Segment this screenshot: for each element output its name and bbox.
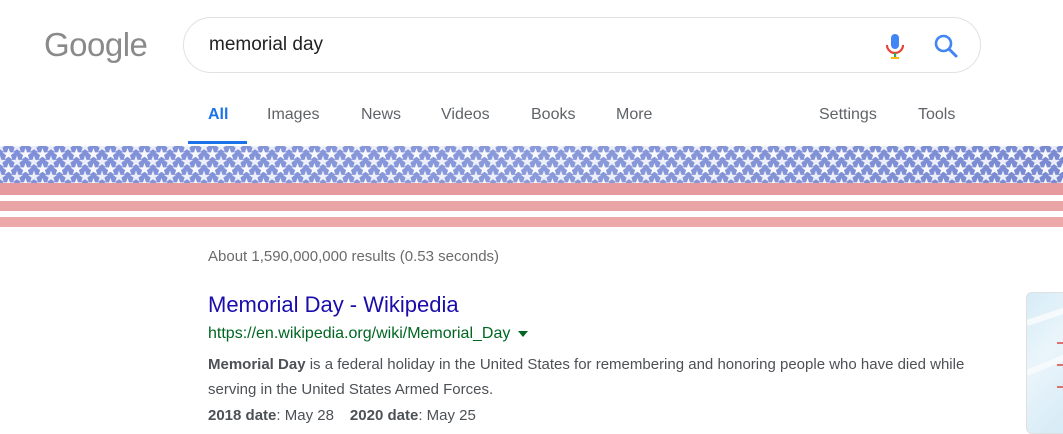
result-url-text[interactable]: https://en.wikipedia.org/wiki/Memorial_D… <box>208 325 510 342</box>
caret-down-icon[interactable] <box>518 330 529 337</box>
result-url[interactable]: https://en.wikipedia.org/wiki/Memorial_D… <box>208 325 529 343</box>
memorial-day-flag-banner <box>0 146 1063 228</box>
search-box[interactable]: memorial day <box>183 17 981 73</box>
tab-books[interactable]: Books <box>531 106 575 124</box>
tab-images[interactable]: Images <box>267 106 319 124</box>
result-title-link[interactable]: Memorial Day - Wikipedia <box>208 292 459 318</box>
knowledge-panel-thumbnail[interactable] <box>1026 292 1063 434</box>
microphone-icon[interactable] <box>882 32 908 60</box>
result-dates: 2018 date: May 28 2020 date: May 25 <box>208 407 476 424</box>
tools-link[interactable]: Tools <box>918 106 955 124</box>
date2-value: : May 25 <box>418 407 476 424</box>
date2-label: 2020 date <box>349 407 419 424</box>
tab-videos[interactable]: Videos <box>441 106 490 124</box>
tab-news[interactable]: News <box>361 106 401 124</box>
thumbnail-image <box>1027 307 1063 388</box>
google-logo[interactable]: Google <box>44 26 148 64</box>
tab-more[interactable]: More <box>616 106 652 124</box>
result-stats: About 1,590,000,000 results (0.53 second… <box>208 248 500 265</box>
tab-all[interactable]: All <box>208 106 228 124</box>
active-tab-indicator <box>188 141 247 144</box>
settings-link[interactable]: Settings <box>819 106 877 124</box>
search-tabs: All Images News Videos Books More Settin… <box>0 98 1063 144</box>
result-snippet: Memorial Day is a federal holiday in the… <box>208 352 968 402</box>
snippet-highlight: Memorial Day <box>208 356 306 373</box>
snippet-text: is a federal holiday in the United State… <box>208 356 965 398</box>
search-icon[interactable] <box>932 32 960 60</box>
search-input[interactable]: memorial day <box>209 34 323 56</box>
date1-value: : May 28 <box>276 407 334 424</box>
date1-label: 2018 date <box>208 407 277 424</box>
